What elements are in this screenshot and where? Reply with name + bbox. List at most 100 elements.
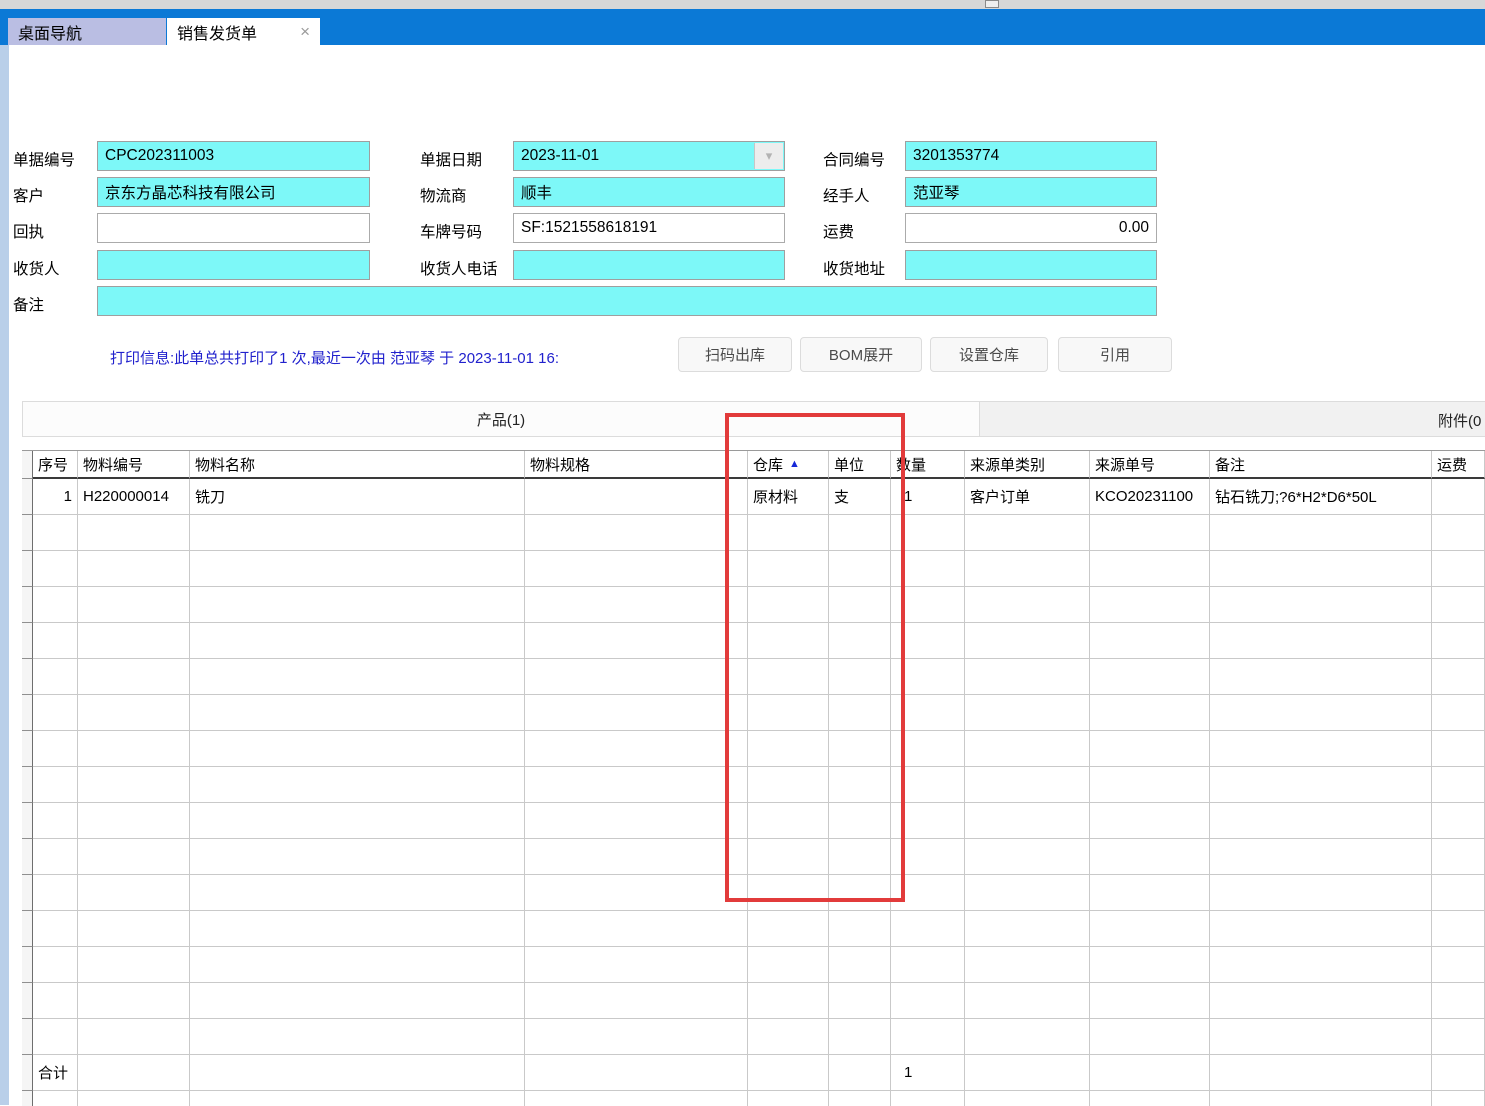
tab-sales-delivery[interactable]: 销售发货单 ×	[167, 18, 320, 45]
tab-attachments[interactable]: 附件(0	[980, 401, 1485, 437]
cell-note[interactable]	[1210, 803, 1432, 839]
cell-srcno[interactable]	[1090, 1019, 1210, 1055]
cell-srcno[interactable]	[1090, 767, 1210, 803]
cell-sel[interactable]	[22, 911, 33, 947]
column-header-name[interactable]: 物料名称	[190, 451, 525, 479]
cell-unit[interactable]	[829, 839, 891, 875]
cell-sel[interactable]	[22, 947, 33, 983]
cell-unit[interactable]	[829, 515, 891, 551]
column-header-srcno[interactable]: 来源单号	[1090, 451, 1210, 479]
column-header-qty[interactable]: 数量	[891, 451, 965, 479]
cell-code[interactable]	[78, 587, 190, 623]
cell-wh[interactable]	[748, 695, 829, 731]
cell-sel[interactable]	[22, 767, 33, 803]
column-header-code[interactable]: 物料编号	[78, 451, 190, 479]
cell-sel[interactable]	[22, 1091, 33, 1106]
column-header-note[interactable]: 备注	[1210, 451, 1432, 479]
cell-qty[interactable]	[891, 1091, 965, 1106]
cell-unit[interactable]	[829, 731, 891, 767]
cell-spec[interactable]	[525, 839, 748, 875]
cell-srcno[interactable]	[1090, 659, 1210, 695]
cell-code[interactable]	[78, 551, 190, 587]
cell-sel[interactable]	[22, 1019, 33, 1055]
column-header-unit[interactable]: 单位	[829, 451, 891, 479]
cell-seq[interactable]	[33, 731, 78, 767]
customer-field[interactable]: 京东方晶芯科技有限公司	[97, 177, 370, 207]
cell-name[interactable]	[190, 659, 525, 695]
cell-qty[interactable]	[891, 803, 965, 839]
cell-unit[interactable]	[829, 947, 891, 983]
cell-seq[interactable]	[33, 1091, 78, 1106]
cell-freight[interactable]	[1432, 875, 1485, 911]
cell-freight[interactable]	[1432, 1091, 1485, 1106]
cell-seq[interactable]	[33, 875, 78, 911]
cell-freight[interactable]	[1432, 515, 1485, 551]
cell-seq[interactable]	[33, 983, 78, 1019]
doc-no-field[interactable]: CPC202311003	[97, 141, 370, 171]
cell-unit[interactable]	[829, 875, 891, 911]
cell-freight[interactable]	[1432, 911, 1485, 947]
cell-unit[interactable]: 支	[829, 479, 891, 515]
cell-srcno[interactable]	[1090, 947, 1210, 983]
cell-note[interactable]	[1210, 767, 1432, 803]
cell-code[interactable]	[78, 1091, 190, 1106]
cell-srctype[interactable]	[965, 1091, 1090, 1106]
cell-name[interactable]	[190, 911, 525, 947]
cell-srcno[interactable]	[1090, 695, 1210, 731]
cell-code[interactable]	[78, 1019, 190, 1055]
cell-spec[interactable]	[525, 1019, 748, 1055]
cell-srctype[interactable]	[965, 551, 1090, 587]
cell-spec[interactable]	[525, 803, 748, 839]
cell-sel[interactable]	[22, 983, 33, 1019]
cell-srctype[interactable]	[965, 587, 1090, 623]
remark-field[interactable]	[97, 286, 1157, 316]
cell-wh[interactable]: 原材料	[748, 479, 829, 515]
cell-code[interactable]	[78, 875, 190, 911]
cell-code[interactable]	[78, 731, 190, 767]
cell-note[interactable]	[1210, 983, 1432, 1019]
cell-note[interactable]	[1210, 551, 1432, 587]
cell-seq[interactable]	[33, 623, 78, 659]
cell-wh[interactable]	[748, 731, 829, 767]
cell-srcno[interactable]	[1090, 803, 1210, 839]
cell-spec[interactable]	[525, 479, 748, 515]
cell-name[interactable]	[190, 587, 525, 623]
cell-qty[interactable]	[891, 587, 965, 623]
cell-freight[interactable]	[1432, 731, 1485, 767]
cell-name[interactable]	[190, 875, 525, 911]
cell-srctype[interactable]	[965, 875, 1090, 911]
cell-freight[interactable]	[1432, 659, 1485, 695]
cell-qty[interactable]	[891, 731, 965, 767]
cell-qty[interactable]	[891, 983, 965, 1019]
cell-code[interactable]: H220000014	[78, 479, 190, 515]
cell-qty[interactable]	[891, 911, 965, 947]
cell-spec[interactable]	[525, 515, 748, 551]
logistics-field[interactable]: 顺丰	[513, 177, 785, 207]
cell-freight[interactable]	[1432, 479, 1485, 515]
cell-freight[interactable]	[1432, 839, 1485, 875]
cell-seq[interactable]	[33, 551, 78, 587]
cell-seq[interactable]	[33, 911, 78, 947]
receiver-phone-field[interactable]	[513, 250, 785, 280]
cell-code[interactable]	[78, 839, 190, 875]
bom-expand-button[interactable]: BOM展开	[800, 337, 922, 372]
cell-spec[interactable]	[525, 911, 748, 947]
cell-spec[interactable]	[525, 1091, 748, 1106]
cell-qty[interactable]	[891, 1019, 965, 1055]
column-header-sel[interactable]	[22, 451, 33, 479]
cell-srctype[interactable]	[965, 731, 1090, 767]
set-warehouse-button[interactable]: 设置仓库	[930, 337, 1048, 372]
scan-outbound-button[interactable]: 扫码出库	[678, 337, 792, 372]
cell-wh[interactable]	[748, 875, 829, 911]
cell-code[interactable]	[78, 947, 190, 983]
cell-qty[interactable]	[891, 839, 965, 875]
cell-sel[interactable]	[22, 551, 33, 587]
cell-name[interactable]	[190, 839, 525, 875]
cell-note[interactable]	[1210, 695, 1432, 731]
cell-srcno[interactable]	[1090, 623, 1210, 659]
cell-wh[interactable]	[748, 911, 829, 947]
tab-products[interactable]: 产品(1)	[22, 401, 980, 437]
cell-note[interactable]	[1210, 839, 1432, 875]
column-header-spec[interactable]: 物料规格	[525, 451, 748, 479]
cell-code[interactable]	[78, 983, 190, 1019]
